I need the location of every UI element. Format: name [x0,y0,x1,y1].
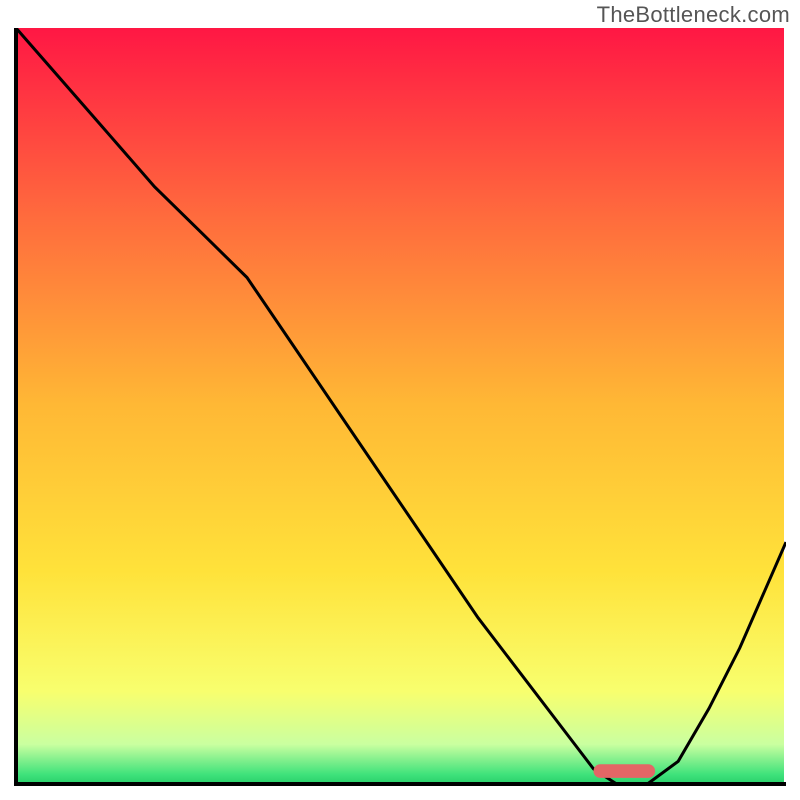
sweet-spot-marker [594,764,656,778]
plot-area [14,28,786,786]
watermark-text: TheBottleneck.com [597,2,790,28]
plot-svg [14,28,786,786]
chart-container: TheBottleneck.com [0,0,800,800]
gradient-background [16,28,784,782]
